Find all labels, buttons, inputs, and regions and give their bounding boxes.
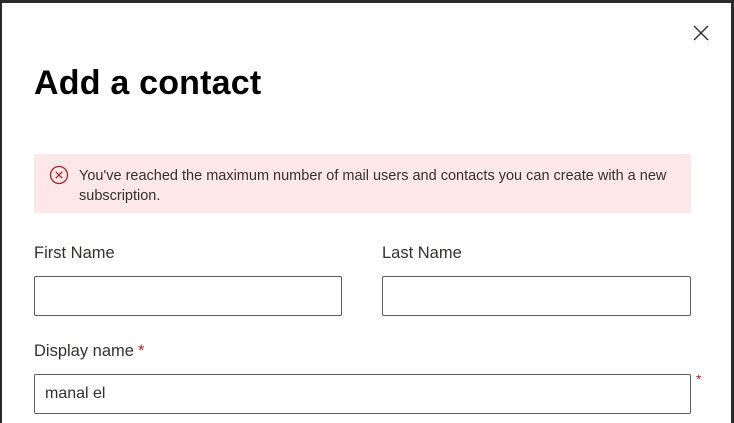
close-button[interactable]	[690, 22, 712, 44]
last-name-label: Last Name	[382, 244, 462, 262]
close-icon	[693, 25, 709, 41]
first-name-label: First Name	[34, 244, 115, 262]
error-message-text: You've reached the maximum number of mai…	[79, 168, 667, 204]
error-message-bar: You've reached the maximum number of mai…	[34, 154, 691, 213]
display-name-required-indicator: *	[696, 371, 702, 387]
display-name-input[interactable]	[34, 374, 691, 414]
first-name-input[interactable]	[34, 276, 342, 316]
display-name-label: Display name	[34, 342, 134, 360]
dialog-title: Add a contact	[34, 64, 262, 102]
required-marker: *	[137, 342, 145, 360]
error-circle-icon	[49, 165, 69, 185]
last-name-input[interactable]	[382, 276, 691, 316]
display-name-label-row: Display name *	[34, 340, 144, 362]
add-contact-dialog: Add a contact You've reached the maximum…	[2, 3, 731, 423]
